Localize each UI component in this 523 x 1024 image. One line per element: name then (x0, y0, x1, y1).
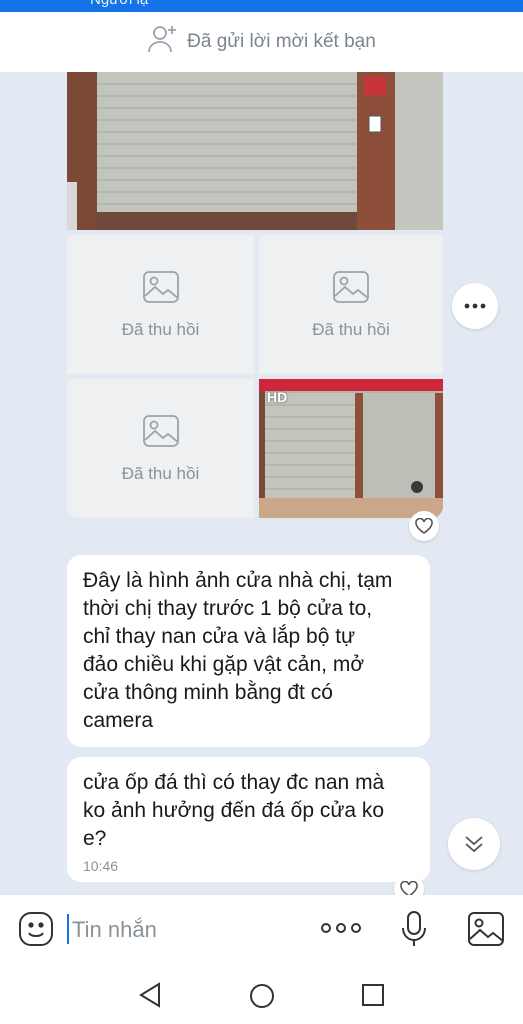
chat-title: Người lạ (90, 0, 148, 8)
friend-request-status: Đã gửi lời mời kết bạn (187, 31, 376, 52)
image-placeholder-icon (333, 270, 369, 303)
scroll-to-bottom-button[interactable] (448, 818, 500, 870)
react-heart-button[interactable] (409, 511, 439, 541)
recalled-label: Đã thu hồi (121, 463, 200, 483)
message-composer (0, 895, 523, 965)
image-icon (468, 912, 504, 946)
friend-request-banner: Đã gửi lời mời kết bạn (0, 12, 523, 72)
system-navigation-bar (0, 965, 523, 1024)
message-bubble[interactable]: cửa ốp đá thì có thay đc nan mà ko ảnh h… (67, 757, 430, 882)
shutter-photo[interactable] (67, 72, 443, 230)
voice-record-button[interactable] (400, 909, 428, 949)
message-line: camera (83, 709, 154, 732)
recalled-photo-tile: Đã thu hồi (67, 379, 254, 518)
back-icon[interactable] (137, 981, 163, 1009)
emoji-icon (19, 912, 53, 946)
recalled-photo-tile: Đã thu hồi (67, 235, 254, 374)
message-line: đảo chiều khi gặp vật cản, mở (83, 653, 365, 676)
text-caret (67, 914, 69, 944)
message-options-button[interactable] (452, 283, 498, 329)
emoji-button[interactable] (17, 910, 55, 948)
recalled-label: Đã thu hồi (312, 319, 390, 339)
message-bubble[interactable]: Đây là hình ảnh cửa nhà chị, tạm thời ch… (67, 555, 430, 747)
message-line: cửa ốp đá thì có thay đc nan mà (83, 771, 385, 794)
more-actions-button[interactable] (319, 917, 363, 939)
image-placeholder-icon (142, 414, 179, 447)
double-chevron-down-icon (465, 836, 483, 853)
heart-icon (415, 518, 433, 534)
message-line: thời chị thay trước 1 bộ cửa to, (83, 597, 373, 620)
message-line: ko ảnh hưởng đến đá ốp cửa ko (83, 799, 385, 822)
chat-header: Người lạ (0, 0, 523, 12)
more-horizontal-icon (464, 303, 486, 309)
message-line: chỉ thay nan cửa và lắp bộ tự (83, 625, 356, 648)
message-line: cửa thông minh bằng đt có (83, 681, 333, 704)
add-person-icon (147, 23, 179, 61)
message-line: e? (83, 827, 107, 850)
recalled-label: Đã thu hồi (121, 319, 200, 339)
microphone-icon (402, 911, 426, 946)
message-time: 10:46 (83, 858, 119, 874)
recalled-photo-tile: Đã thu hồi (259, 235, 443, 374)
image-placeholder-icon (142, 270, 179, 303)
home-icon[interactable] (248, 982, 276, 1010)
hd-shutter-photo[interactable]: HD (259, 379, 443, 518)
recent-apps-icon[interactable] (360, 982, 386, 1008)
message-line: Đây là hình ảnh cửa nhà chị, tạm (83, 569, 393, 592)
send-image-button[interactable] (467, 911, 505, 947)
message-input[interactable] (70, 911, 304, 949)
hd-badge: HD (267, 389, 288, 405)
more-dots-icon (321, 923, 361, 933)
